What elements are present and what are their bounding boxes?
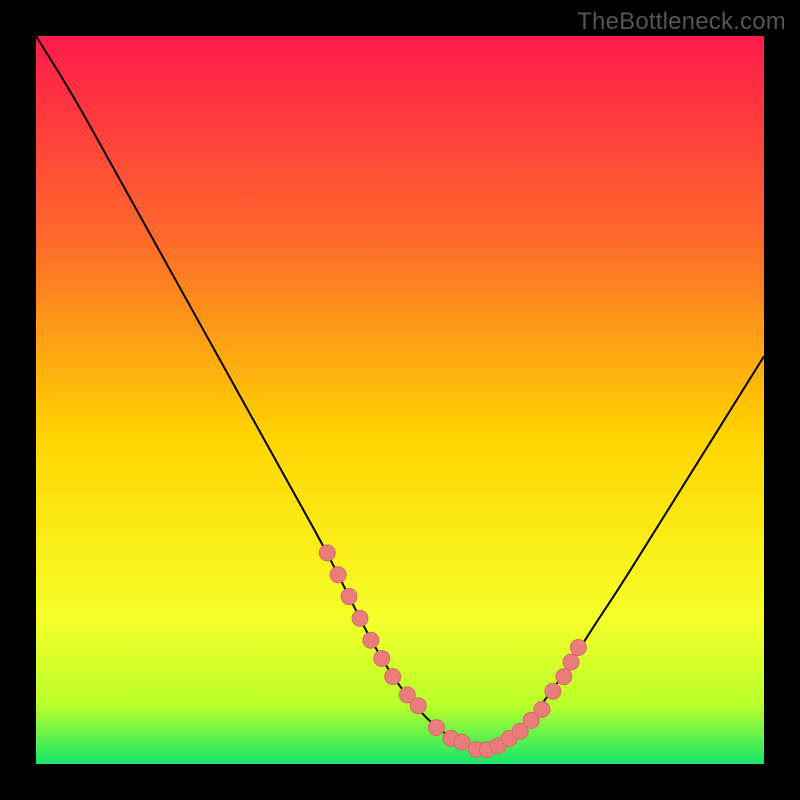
highlight-dot xyxy=(563,654,579,670)
highlight-dot xyxy=(454,734,470,750)
highlight-dot xyxy=(534,701,550,717)
highlight-dot xyxy=(570,640,586,656)
watermark-text: TheBottleneck.com xyxy=(577,8,786,36)
chart-svg xyxy=(36,36,764,764)
highlight-dot xyxy=(330,567,346,583)
highlight-dot xyxy=(363,632,379,648)
highlight-dot xyxy=(352,610,368,626)
highlight-dot xyxy=(385,669,401,685)
plot-area xyxy=(36,36,764,764)
highlight-dot xyxy=(545,683,561,699)
chart-frame: TheBottleneck.com xyxy=(0,0,800,800)
highlight-dot xyxy=(410,698,426,714)
gradient-rect xyxy=(36,36,764,764)
highlight-dot xyxy=(341,589,357,605)
highlight-dot xyxy=(556,669,572,685)
highlight-dot xyxy=(428,720,444,736)
highlight-dot xyxy=(374,650,390,666)
highlight-dot xyxy=(319,545,335,561)
